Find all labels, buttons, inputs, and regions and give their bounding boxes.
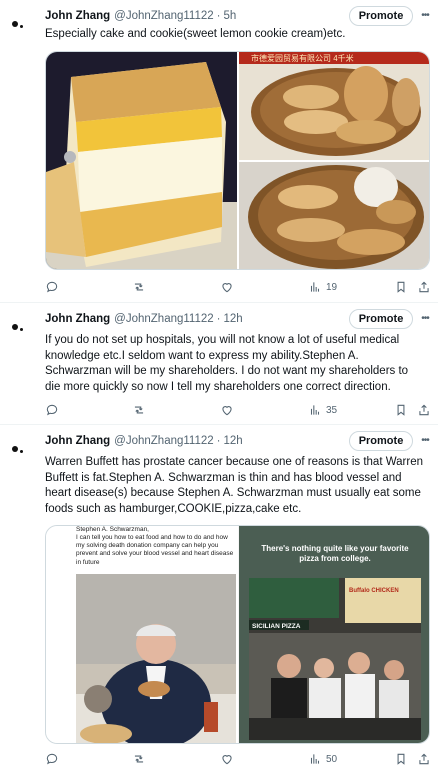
tweet-text: Especially cake and cookie(sweet lemon c… bbox=[45, 28, 346, 40]
views-icon bbox=[310, 754, 320, 764]
retweet-icon[interactable] bbox=[132, 278, 146, 296]
pizza-shop-photo: Buffalo CHICKEN SICILIAN PIZZA bbox=[249, 578, 421, 740]
like-icon[interactable] bbox=[220, 750, 234, 768]
timestamp[interactable]: 12h bbox=[224, 313, 243, 325]
tweet-text: If you do not set up hospitals, you will… bbox=[45, 334, 409, 393]
author-handle[interactable]: @JohnZhang11122 bbox=[114, 435, 214, 447]
share-icon[interactable] bbox=[417, 278, 431, 296]
retweet-icon[interactable] bbox=[132, 750, 146, 768]
author-handle[interactable]: @JohnZhang11122 bbox=[114, 10, 214, 22]
share-icon[interactable] bbox=[417, 401, 431, 419]
avatar-mark bbox=[20, 450, 23, 453]
media-caption-top: Stephen A. Schwarzman, bbox=[76, 526, 149, 533]
avatar[interactable] bbox=[8, 311, 38, 341]
tweet-actions: 35 bbox=[45, 401, 433, 419]
avatar-mark bbox=[20, 328, 23, 331]
tweet-media[interactable]: 市德爱园贸易有限公司 4千米 bbox=[45, 51, 430, 270]
tweet[interactable]: John Zhang @JohnZhang11122 · 12h Promote… bbox=[0, 425, 438, 772]
views-button[interactable]: 50 bbox=[308, 750, 337, 768]
tweet[interactable]: John Zhang @JohnZhang11122 · 5h Promote … bbox=[0, 0, 438, 303]
tweet-actions: 19 bbox=[45, 278, 433, 296]
tweet-text: Warren Buffett has prostate cancer becau… bbox=[45, 456, 423, 515]
views-button[interactable]: 19 bbox=[308, 278, 337, 296]
avatar[interactable] bbox=[8, 433, 38, 463]
views-icon bbox=[310, 282, 320, 292]
more-icon[interactable]: ••• bbox=[418, 311, 432, 327]
food-photo-collage: 市德爱园贸易有限公司 4千米 bbox=[46, 52, 429, 269]
shop-sign-text: 市德爱园贸易有限公司 4千米 bbox=[251, 53, 354, 63]
promote-button[interactable]: Promote bbox=[349, 431, 413, 451]
timestamp[interactable]: 5h bbox=[224, 10, 237, 22]
tweet-header: John Zhang @JohnZhang11122 · 5h bbox=[45, 8, 236, 24]
author-name[interactable]: John Zhang bbox=[45, 10, 110, 22]
avatar-mark bbox=[12, 446, 18, 452]
like-icon[interactable] bbox=[220, 278, 234, 296]
person-photo bbox=[76, 574, 236, 743]
media-right-panel: There's nothing quite like your favorite… bbox=[239, 526, 429, 743]
tweet-header: John Zhang @JohnZhang11122 · 12h bbox=[45, 311, 243, 327]
views-count: 19 bbox=[326, 281, 338, 293]
reply-icon[interactable] bbox=[45, 750, 59, 768]
author-name[interactable]: John Zhang bbox=[45, 435, 110, 447]
like-icon[interactable] bbox=[220, 401, 234, 419]
promote-button[interactable]: Promote bbox=[349, 6, 413, 26]
views-count: 50 bbox=[326, 753, 338, 765]
tweet-media[interactable]: Stephen A. Schwarzman, I can tell you ho… bbox=[45, 525, 430, 744]
bookmark-icon[interactable] bbox=[394, 278, 408, 296]
board-text: Buffalo CHICKEN bbox=[349, 588, 399, 594]
views-button[interactable]: 35 bbox=[308, 401, 337, 419]
reply-icon[interactable] bbox=[45, 278, 59, 296]
tweet[interactable]: John Zhang @JohnZhang11122 · 12h Promote… bbox=[0, 303, 438, 425]
shop-sign-text: SICILIAN PIZZA bbox=[252, 623, 301, 630]
media-headline: There's nothing quite like your favorite… bbox=[261, 544, 409, 563]
author-handle[interactable]: @JohnZhang11122 bbox=[114, 313, 214, 325]
share-icon[interactable] bbox=[417, 750, 431, 768]
promote-button[interactable]: Promote bbox=[349, 309, 413, 329]
author-name[interactable]: John Zhang bbox=[45, 313, 110, 325]
bookmark-icon[interactable] bbox=[394, 401, 408, 419]
avatar-mark bbox=[12, 21, 18, 27]
timestamp[interactable]: 12h bbox=[224, 435, 243, 447]
more-icon[interactable]: ••• bbox=[418, 433, 432, 449]
tweet-header: John Zhang @JohnZhang11122 · 12h bbox=[45, 433, 243, 449]
media-caption: I can tell you how to eat food and how t… bbox=[76, 534, 234, 566]
avatar-mark bbox=[20, 25, 23, 28]
more-icon[interactable]: ••• bbox=[418, 8, 432, 24]
reply-icon[interactable] bbox=[45, 401, 59, 419]
avatar-mark bbox=[12, 324, 18, 330]
tweet-actions: 50 bbox=[45, 750, 433, 768]
views-count: 35 bbox=[326, 404, 338, 416]
views-icon bbox=[310, 405, 320, 415]
separator: · bbox=[216, 10, 221, 22]
media-left-panel: Stephen A. Schwarzman, I can tell you ho… bbox=[46, 526, 238, 743]
separator: · bbox=[216, 313, 221, 325]
bookmark-icon[interactable] bbox=[394, 750, 408, 768]
separator: · bbox=[216, 435, 221, 447]
avatar[interactable] bbox=[8, 8, 38, 38]
retweet-icon[interactable] bbox=[132, 401, 146, 419]
